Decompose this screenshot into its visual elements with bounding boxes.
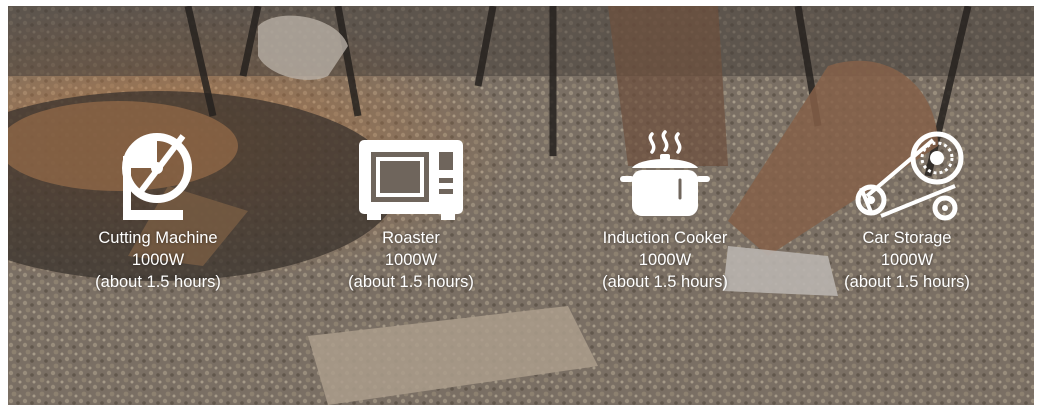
feature-power: 1000W [131, 251, 185, 269]
feature-power: 1000W [638, 251, 692, 269]
feature-induction-cooker: Induction Cooker 1000W (about 1.5 hours) [550, 128, 780, 292]
feature-duration: (about 1.5 hours) [602, 273, 728, 291]
induction-cooker-icon [550, 128, 780, 226]
feature-cutting-machine: Cutting Machine 1000W (about 1.5 hours) [43, 128, 273, 292]
feature-banner: Cutting Machine 1000W (about 1.5 hours) … [8, 6, 1034, 405]
feature-car-storage: Car Storage 1000W (about 1.5 hours) [792, 128, 1022, 292]
feature-power: 1000W [880, 251, 934, 269]
feature-name: Roaster [382, 229, 440, 247]
feature-duration: (about 1.5 hours) [348, 273, 474, 291]
feature-name: Induction Cooker [602, 229, 728, 247]
feature-name: Car Storage [862, 229, 952, 247]
cutting-machine-icon [43, 128, 273, 226]
feature-duration: (about 1.5 hours) [95, 273, 221, 291]
feature-name: Cutting Machine [98, 229, 218, 247]
roaster-icon [296, 128, 526, 226]
car-storage-icon [792, 128, 1022, 226]
feature-power: 1000W [384, 251, 438, 269]
feature-duration: (about 1.5 hours) [844, 273, 970, 291]
feature-roaster: Roaster 1000W (about 1.5 hours) [296, 128, 526, 292]
